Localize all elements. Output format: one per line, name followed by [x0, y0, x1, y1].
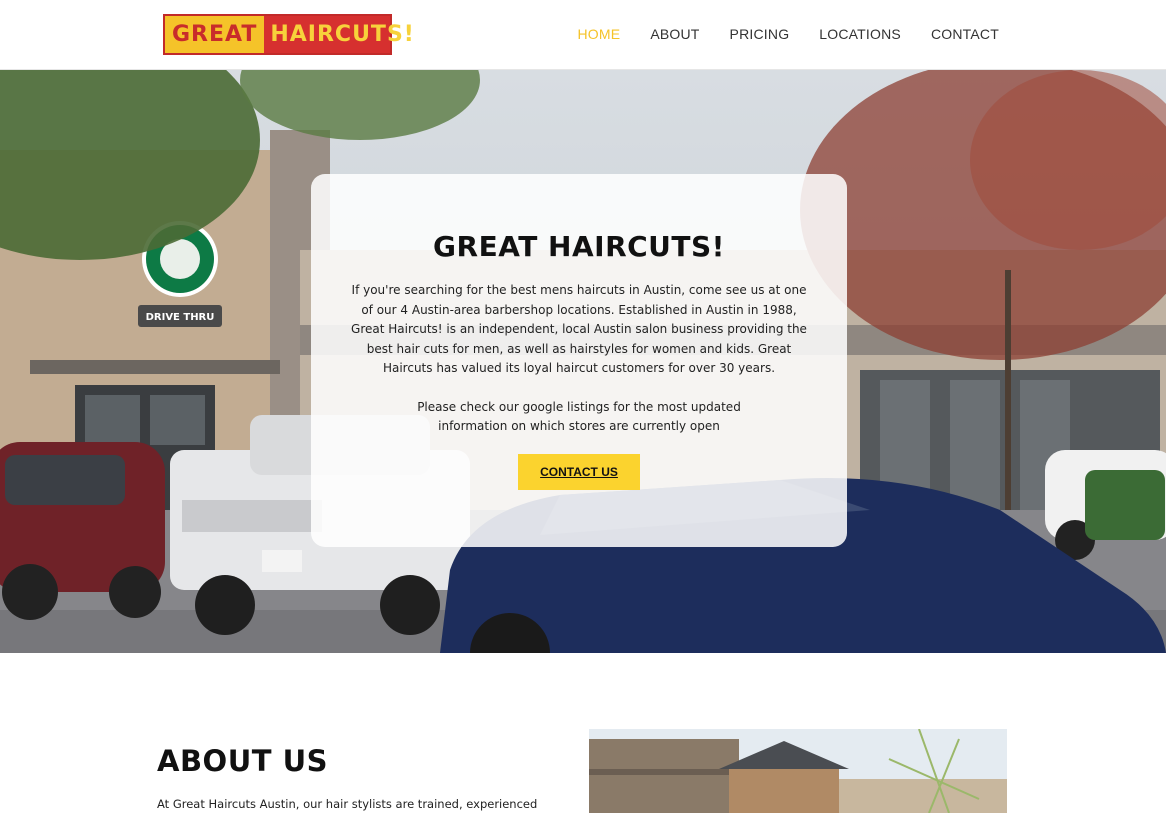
hero-intro-text: If you're searching for the best mens ha…: [351, 283, 807, 375]
about-text: At Great Haircuts Austin, our hair styli…: [157, 797, 538, 811]
hero-section: DRIVE THRU GREAT HAIRCUTS! If you're sea…: [0, 70, 1166, 653]
about-photo: [589, 729, 1007, 813]
hero-title: GREAT HAIRCUTS!: [433, 230, 725, 263]
site-header: GREAT HAIRCUTS! HOME ABOUT PRICING LOCAT…: [0, 0, 1166, 70]
hero-card: GREAT HAIRCUTS! If you're searching for …: [311, 174, 847, 547]
drive-thru-sign: DRIVE THRU: [146, 312, 215, 323]
nav-locations[interactable]: LOCATIONS: [819, 26, 901, 42]
about-title: ABOUT US: [157, 744, 329, 778]
nav-pricing[interactable]: PRICING: [730, 26, 790, 42]
nav-about[interactable]: ABOUT: [650, 26, 699, 42]
about-photo-building: [589, 729, 1007, 813]
logo-text-haircuts: HAIRCUTS!: [270, 22, 415, 47]
logo-text-great: GREAT: [165, 16, 265, 53]
hero-notice-text: Please check our google listings for the…: [417, 399, 741, 434]
main-nav: HOME ABOUT PRICING LOCATIONS CONTACT: [578, 26, 1000, 42]
site-logo[interactable]: GREAT HAIRCUTS!: [163, 14, 414, 55]
nav-contact[interactable]: CONTACT: [931, 26, 999, 42]
contact-us-button[interactable]: CONTACT US: [518, 453, 640, 490]
nav-home[interactable]: HOME: [578, 26, 621, 42]
